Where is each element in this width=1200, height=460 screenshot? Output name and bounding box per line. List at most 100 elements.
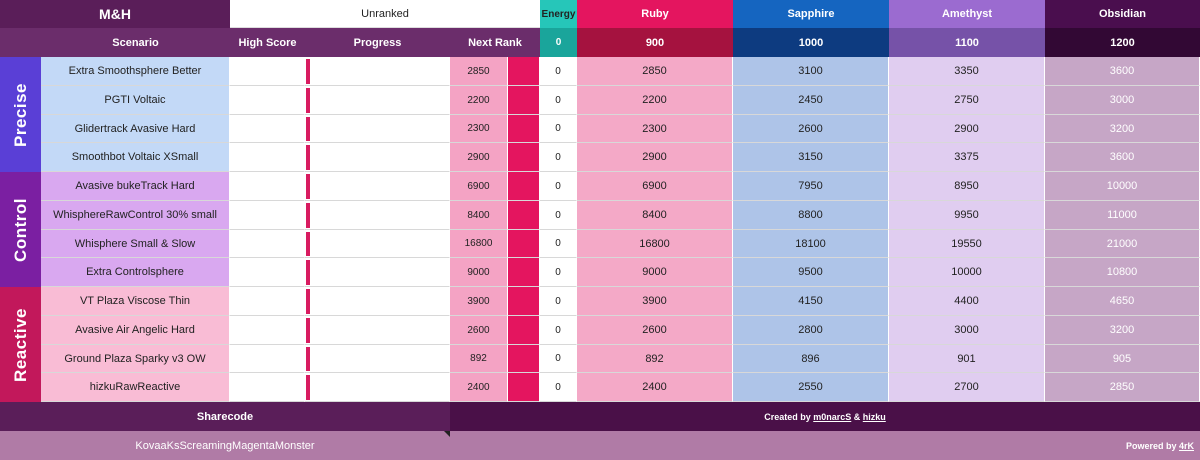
sapphire-threshold: 3150	[733, 143, 889, 172]
energy-value: 0	[540, 172, 577, 201]
amethyst-threshold: 9950	[889, 201, 1045, 230]
progress-bar	[306, 116, 310, 141]
scenario-name[interactable]: Whisphere Small & Slow	[41, 230, 230, 258]
scenario-name[interactable]: Ground Plaza Sparky v3 OW	[41, 345, 230, 373]
author-link-m0narcs[interactable]: m0narcS	[813, 412, 851, 422]
scenario-name[interactable]: Avasive Air Angelic Hard	[41, 316, 230, 345]
amethyst-threshold: 901	[889, 345, 1045, 373]
ruby-threshold: 2300	[577, 115, 733, 143]
obsidian-threshold: 11000	[1045, 201, 1200, 230]
column-header-next-rank: Next Rank	[450, 28, 540, 57]
high-score-cell[interactable]	[230, 172, 305, 201]
ruby-threshold: 9000	[577, 258, 733, 287]
obsidian-threshold: 3600	[1045, 57, 1200, 86]
progress-bar	[306, 144, 310, 170]
amethyst-threshold: 10000	[889, 258, 1045, 287]
progress-bar	[306, 317, 310, 343]
energy-value: 0	[540, 86, 577, 115]
progress-cell	[305, 201, 450, 230]
energy-value: 0	[540, 230, 577, 258]
high-score-cell[interactable]	[230, 86, 305, 115]
table-row: Whisphere Small & Slow 16800 0 16800 18100 19…	[0, 230, 1200, 258]
credits-and: &	[851, 411, 863, 422]
next-rank-value: 8400	[450, 201, 508, 230]
high-score-cell[interactable]	[230, 316, 305, 345]
next-rank-value: 2900	[450, 143, 508, 172]
high-score-cell[interactable]	[230, 373, 305, 402]
scenario-name[interactable]: WhisphereRawControl 30% small	[41, 201, 230, 230]
rank-status: Unranked	[230, 0, 540, 28]
high-score-cell[interactable]	[230, 57, 305, 86]
high-score-cell[interactable]	[230, 287, 305, 316]
scenario-name[interactable]: Smoothbot Voltaic XSmall	[41, 143, 230, 172]
high-score-cell[interactable]	[230, 230, 305, 258]
header-corner	[0, 28, 41, 57]
high-score-cell[interactable]	[230, 345, 305, 373]
next-rank-value: 2400	[450, 373, 508, 402]
obsidian-threshold: 3200	[1045, 115, 1200, 143]
ruby-threshold: 8400	[577, 201, 733, 230]
ruby-threshold: 2400	[577, 373, 733, 402]
next-rank-value: 2850	[450, 57, 508, 86]
next-rank-bar	[508, 201, 540, 230]
column-header-scenario: Scenario	[41, 28, 230, 57]
progress-cell	[305, 115, 450, 143]
next-rank-value: 2600	[450, 316, 508, 345]
table-row: Smoothbot Voltaic XSmall 2900 0 2900 3150 337…	[0, 143, 1200, 172]
powered-link-4rk[interactable]: 4rK	[1179, 441, 1194, 451]
obsidian-threshold: 905	[1045, 345, 1200, 373]
threshold-amethyst: 1100	[889, 28, 1045, 57]
threshold-sapphire: 1000	[733, 28, 889, 57]
obsidian-threshold: 3600	[1045, 143, 1200, 172]
progress-bar	[306, 58, 310, 84]
scenario-name[interactable]: Glidertrack Avasive Hard	[41, 115, 230, 143]
sapphire-threshold: 3100	[733, 57, 889, 86]
high-score-cell[interactable]	[230, 143, 305, 172]
high-score-cell[interactable]	[230, 258, 305, 287]
next-rank-bar	[508, 258, 540, 287]
amethyst-threshold: 3350	[889, 57, 1045, 86]
scenario-name[interactable]: VT Plaza Viscose Thin	[41, 287, 230, 316]
sapphire-threshold: 4150	[733, 287, 889, 316]
ruby-threshold: 2200	[577, 86, 733, 115]
scenario-name[interactable]: hizkuRawReactive	[41, 373, 230, 402]
progress-bar	[306, 202, 310, 228]
amethyst-threshold: 3000	[889, 316, 1045, 345]
scenario-table: Extra Smoothsphere Better 2850 0 2850 3100 33…	[0, 57, 1200, 402]
progress-cell	[305, 373, 450, 402]
author-link-hizku[interactable]: hizku	[863, 412, 886, 422]
table-row: Glidertrack Avasive Hard 2300 0 2300 2600 290…	[0, 115, 1200, 143]
sapphire-threshold: 896	[733, 345, 889, 373]
high-score-cell[interactable]	[230, 201, 305, 230]
sharecode-value[interactable]: KovaaKsScreamingMagentaMonster	[0, 431, 450, 460]
sapphire-threshold: 8800	[733, 201, 889, 230]
ruby-threshold: 2600	[577, 316, 733, 345]
scenario-name[interactable]: PGTI Voltaic	[41, 86, 230, 115]
next-rank-bar	[508, 172, 540, 201]
energy-header: Energy	[540, 0, 577, 28]
scenario-name[interactable]: Extra Controlsphere	[41, 258, 230, 287]
obsidian-threshold: 10800	[1045, 258, 1200, 287]
sapphire-threshold: 7950	[733, 172, 889, 201]
progress-cell	[305, 345, 450, 373]
next-rank-value: 3900	[450, 287, 508, 316]
sharecode-label: Sharecode	[0, 402, 450, 431]
amethyst-threshold: 8950	[889, 172, 1045, 201]
rank-header-ruby: Ruby	[577, 0, 733, 28]
scenario-name[interactable]: Avasive bukeTrack Hard	[41, 172, 230, 201]
high-score-cell[interactable]	[230, 115, 305, 143]
next-rank-bar	[508, 57, 540, 86]
next-rank-bar	[508, 115, 540, 143]
progress-bar	[306, 87, 310, 113]
next-rank-bar	[508, 287, 540, 316]
next-rank-bar	[508, 86, 540, 115]
progress-cell	[305, 86, 450, 115]
energy-value: 0	[540, 287, 577, 316]
progress-cell	[305, 287, 450, 316]
next-rank-bar	[508, 373, 540, 402]
amethyst-threshold: 2700	[889, 373, 1045, 402]
next-rank-value: 6900	[450, 172, 508, 201]
rank-header-obsidian: Obsidian	[1045, 0, 1200, 28]
sapphire-threshold: 2600	[733, 115, 889, 143]
scenario-name[interactable]: Extra Smoothsphere Better	[41, 57, 230, 86]
